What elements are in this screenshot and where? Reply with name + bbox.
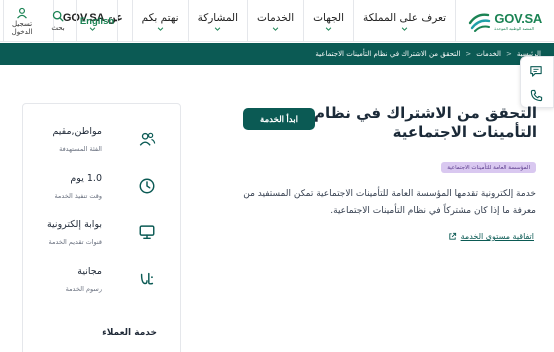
phone-icon <box>530 89 542 101</box>
nav-item-about-kingdom[interactable]: تعرف على المملكة <box>353 0 456 42</box>
search-icon <box>52 10 64 22</box>
info-label: الفئة المستهدفة <box>59 145 102 153</box>
chevron-down-icon <box>215 26 221 31</box>
phone-button[interactable] <box>525 86 547 104</box>
info-row-fees: مجانية رسوم الخدمة <box>23 266 182 306</box>
language-toggle[interactable]: English <box>76 0 118 42</box>
info-value: بوابة إلكترونية <box>46 219 102 230</box>
external-link-icon <box>448 232 456 240</box>
logo-subtitle: المنصة الوطنية الموحدة <box>494 26 534 31</box>
breadcrumb-separator: < <box>506 50 512 58</box>
customer-service-title: خدمة العملاء <box>102 328 157 338</box>
service-level-agreement-link[interactable]: اتفاقية مستوى الخدمة <box>448 232 534 241</box>
users-icon <box>139 132 156 146</box>
chevron-down-icon <box>157 26 163 31</box>
service-description: خدمة إلكترونية تقدمها المؤسسة العامة للت… <box>243 189 536 216</box>
info-row-channels: بوابة إلكترونية قنوات تقديم الخدمة <box>23 219 182 259</box>
nav-item-participation[interactable]: المشاركة <box>187 0 247 42</box>
chevron-down-icon <box>272 26 279 31</box>
chevron-down-icon <box>325 26 332 31</box>
search-label: بحث <box>51 24 65 32</box>
riyal-icon <box>140 272 154 285</box>
monitor-icon <box>139 225 155 240</box>
site-header: GOV.SA المنصة الوطنية الموحدة تعرف على ا… <box>0 0 554 42</box>
gov-sa-logo[interactable]: GOV.SA المنصة الوطنية الموحدة <box>462 6 542 36</box>
nav-item-agencies[interactable]: الجهات <box>303 0 353 42</box>
start-service-button[interactable]: ابدأ الخدمة <box>243 108 315 130</box>
logo-title: GOV.SA <box>494 11 542 26</box>
service-info-card: مواطن,مقيم الفئة المستهدفة 1.0 يوم وقت ت… <box>22 103 181 352</box>
info-row-duration: 1.0 يوم وقت تنفيذ الخدمة <box>23 173 182 213</box>
nav-item-services[interactable]: الخدمات <box>247 0 303 42</box>
login-label: تسجيل الدخول <box>11 19 33 36</box>
floating-contact-panel <box>520 56 554 108</box>
login-button[interactable]: تسجيل الدخول <box>3 0 40 42</box>
breadcrumb-separator: < <box>465 50 472 58</box>
clock-icon <box>139 178 155 194</box>
breadcrumb-services[interactable]: الخدمات <box>476 50 501 58</box>
nav-item-we-care[interactable]: نهتم بكم <box>131 0 188 42</box>
user-icon <box>17 7 27 19</box>
search-button[interactable]: بحث <box>40 0 76 42</box>
info-value: مواطن,مقيم <box>52 126 102 137</box>
breadcrumb-current: التحقق من الاشتراك في نظام التأمينات الا… <box>315 50 461 58</box>
info-label: قنوات تقديم الخدمة <box>48 238 103 246</box>
service-level-agreement-label: اتفاقية مستوى الخدمة <box>460 232 534 241</box>
info-label: رسوم الخدمة <box>65 285 102 293</box>
info-label: وقت تنفيذ الخدمة <box>54 192 102 200</box>
info-value: مجانية <box>77 266 102 277</box>
chat-icon <box>530 66 542 77</box>
info-row-target-audience: مواطن,مقيم الفئة المستهدفة <box>23 126 182 166</box>
chat-button[interactable] <box>525 62 547 80</box>
info-value: 1.0 يوم <box>70 173 102 184</box>
page-title: التحقق من الاشتراك في نظام التأمينات الا… <box>314 104 537 141</box>
breadcrumb: الرئيسية < الخدمات < التحقق من الاشتراك … <box>0 43 554 65</box>
logo-mark-icon <box>469 13 491 32</box>
agency-badge[interactable]: المؤسسة العامة للتأمينات الاجتماعية <box>441 162 536 173</box>
chevron-down-icon <box>401 26 408 31</box>
